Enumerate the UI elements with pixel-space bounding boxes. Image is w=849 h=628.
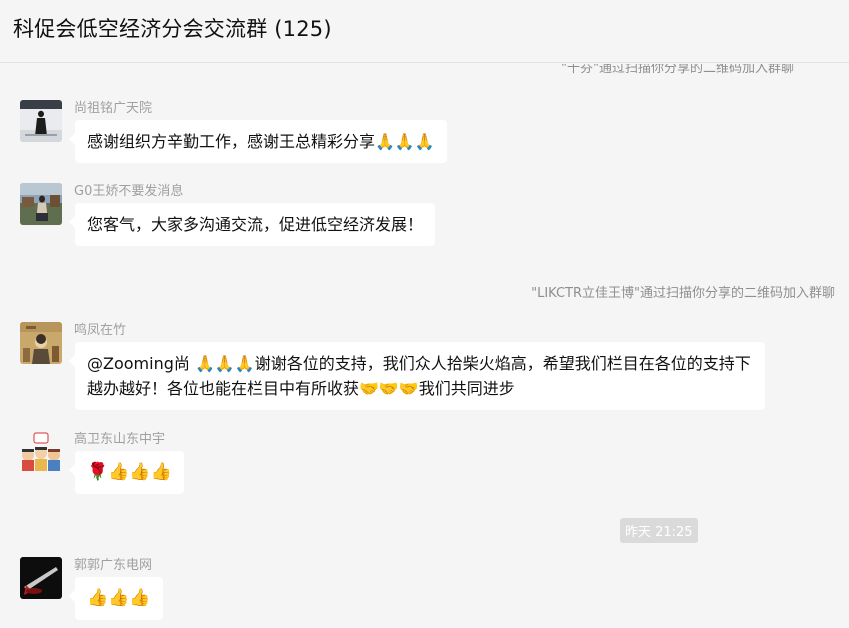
message-bubble[interactable]: @Zooming尚 🙏🙏🙏谢谢各位的支持，我们众人拾柴火焰高，希望我们栏目在各位… [69, 342, 765, 410]
avatar[interactable] [20, 557, 62, 599]
avatar-photo-person-icon [20, 183, 62, 225]
message-list[interactable]: "千芬"通过扫描你分享的二维码加入群聊 尚祖铭广天院 感谢组织方辛勤工作，感谢王… [0, 64, 849, 628]
chat-title[interactable]: 科促会低空经济分会交流群 (125) [13, 13, 332, 43]
avatar-photo-snow-icon [20, 100, 62, 142]
sender-name[interactable]: 郭郭广东电网 [74, 554, 152, 573]
chat-header: 科促会低空经济分会交流群 (125) [0, 0, 849, 63]
sender-name[interactable]: 尚祖铭广天院 [74, 97, 152, 116]
sender-name[interactable]: 鸣凤在竹 [74, 319, 126, 338]
message-bubble[interactable]: 感谢组织方辛勤工作，感谢王总精彩分享🙏🙏🙏 [69, 120, 447, 163]
avatar[interactable] [20, 100, 62, 142]
message-bubble[interactable]: 🌹👍👍👍 [69, 451, 184, 494]
message-bubble[interactable]: 您客气，大家多沟通交流，促进低空经济发展！ [68, 203, 436, 246]
sender-name[interactable]: G0王娇不要发消息 [74, 180, 183, 199]
avatar[interactable] [20, 183, 62, 225]
avatar[interactable] [20, 431, 62, 473]
avatar[interactable] [20, 322, 62, 364]
avatar-photo-dark-icon [20, 557, 62, 599]
system-notice-join: "千芬"通过扫描你分享的二维码加入群聊 [561, 64, 794, 76]
timestamp: 昨天 21:25 [620, 518, 698, 543]
sender-name[interactable]: 高卫东山东中宇 [74, 428, 165, 447]
system-notice-join: "LIKCTR立佳王博"通过扫描你分享的二维码加入群聊 [531, 286, 835, 301]
avatar-cartoon-group-icon [20, 431, 62, 473]
message-bubble[interactable]: 👍👍👍 [69, 577, 163, 620]
avatar-illustration-icon [20, 322, 62, 364]
